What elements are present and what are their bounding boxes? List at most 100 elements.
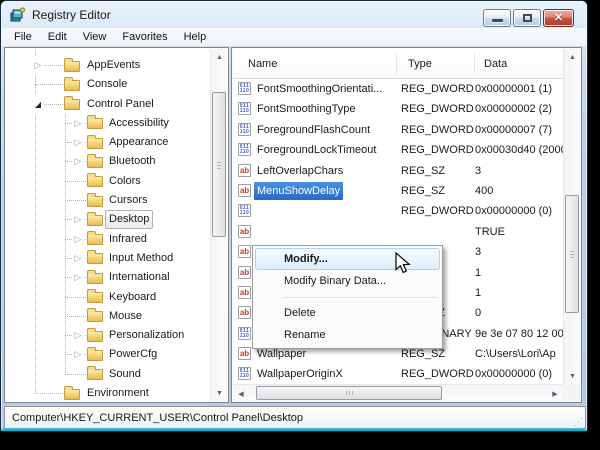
title-bar[interactable]: Registry Editor ✕ bbox=[1, 1, 587, 28]
column-header-data[interactable]: Data bbox=[475, 49, 563, 78]
folder-icon bbox=[87, 234, 103, 245]
context-menu-item-delete[interactable]: Delete bbox=[255, 302, 440, 324]
value-data: 3 bbox=[475, 242, 563, 262]
list-horizontal-scrollbar[interactable]: ◀ ▶ bbox=[233, 384, 563, 401]
resize-grip[interactable]: ⋰ bbox=[573, 418, 583, 428]
scroll-down-icon[interactable]: ▼ bbox=[564, 368, 581, 384]
folder-icon bbox=[87, 369, 103, 380]
tree-item-console[interactable]: Console bbox=[6, 75, 210, 94]
chevron-collapsed-icon[interactable]: ▷ bbox=[72, 345, 84, 364]
value-type: REG_DWORD bbox=[401, 120, 474, 140]
menu-item-view[interactable]: View bbox=[75, 29, 115, 45]
tree-item-bluetooth[interactable]: ▷ Bluetooth bbox=[6, 152, 210, 171]
tree-item-label: Cursors bbox=[109, 191, 148, 210]
tree-item-colors[interactable]: Colors bbox=[6, 172, 210, 191]
scroll-right-icon[interactable]: ▶ bbox=[547, 385, 563, 402]
value-type: REG_DWORD bbox=[401, 140, 474, 160]
value-name: FontSmoothingOrientati... bbox=[254, 79, 385, 99]
scrollbar-thumb[interactable] bbox=[212, 92, 226, 237]
tree-item-input-method[interactable]: ▷Input Method bbox=[6, 249, 210, 268]
value-data: 0x00000001 (1) bbox=[475, 79, 563, 99]
chevron-collapsed-icon[interactable]: ▷ bbox=[72, 326, 84, 345]
tree-item-personalization[interactable]: ▷Personalization bbox=[6, 326, 210, 345]
menu-item-help[interactable]: Help bbox=[176, 29, 215, 45]
tree-connector bbox=[35, 393, 63, 394]
scroll-up-icon[interactable]: ▲ bbox=[211, 49, 228, 65]
main-area: ▷AppEventsConsole◢Control Panel▷Accessib… bbox=[4, 47, 586, 405]
folder-icon bbox=[87, 311, 103, 322]
tree-item-infrared[interactable]: ▷Infrared bbox=[6, 230, 210, 249]
scroll-left-icon[interactable]: ◀ bbox=[233, 385, 249, 402]
chevron-collapsed-icon[interactable]: ▷ bbox=[72, 230, 84, 249]
value-data: 0x00000002 (2) bbox=[475, 99, 563, 119]
value-data: 0 bbox=[475, 303, 563, 323]
value-data: 1 bbox=[475, 283, 563, 303]
tree-item-label: Accessibility bbox=[109, 114, 169, 133]
tree-item-sound[interactable]: Sound bbox=[6, 365, 210, 384]
chevron-collapsed-icon[interactable]: ▷ bbox=[72, 133, 84, 152]
chevron-collapsed-icon[interactable]: ▷ bbox=[72, 210, 84, 229]
tree-item-control-panel[interactable]: ◢Control Panel bbox=[6, 95, 210, 114]
value-type: REG_DWORD bbox=[401, 364, 474, 384]
list-vertical-scrollbar[interactable]: ▲ ▼ bbox=[563, 49, 580, 384]
tree-item-label: Console bbox=[87, 75, 127, 94]
folder-icon bbox=[64, 389, 80, 400]
value-row-foregroundlocktimeout[interactable]: 011110ForegroundLockTimeout REG_DWORD0x00… bbox=[233, 140, 563, 160]
value-row-foregroundflashcount[interactable]: 011110ForegroundFlashCountREG_DWORD0x000… bbox=[233, 120, 563, 140]
value-row-wallpaperoriginx[interactable]: 011110WallpaperOriginXREG_DWORD0x0000000… bbox=[233, 364, 563, 384]
reg-dword-icon: 011110 bbox=[238, 367, 251, 380]
folder-icon bbox=[64, 99, 80, 110]
value-data: 0x00030d40 (2000 bbox=[475, 140, 563, 160]
tree-item-cursors[interactable]: Cursors bbox=[6, 191, 210, 210]
chevron-expanded-icon[interactable]: ◢ bbox=[32, 95, 44, 114]
registry-editor-window: Registry Editor ✕ FileEditViewFavoritesH… bbox=[0, 0, 588, 432]
maximize-button[interactable] bbox=[513, 9, 541, 27]
value-row[interactable]: 011110REG_DWORD0x00000000 (0) bbox=[233, 201, 563, 221]
reg-dword-icon: 011110 bbox=[238, 143, 251, 156]
close-button[interactable]: ✕ bbox=[543, 9, 574, 27]
tree-item-keyboard[interactable]: Keyboard bbox=[6, 288, 210, 307]
value-type: REG_DWORD bbox=[401, 201, 474, 221]
chevron-collapsed-icon[interactable]: ▷ bbox=[72, 249, 84, 268]
tree-item-label: Bluetooth bbox=[109, 152, 155, 171]
value-row-fontsmoothingorientati[interactable]: 011110FontSmoothingOrientati...REG_DWORD… bbox=[233, 79, 563, 99]
value-row-fontsmoothingtype[interactable]: 011110FontSmoothingTypeREG_DWORD0x000000… bbox=[233, 99, 563, 119]
tree-item-accessibility[interactable]: ▷ Accessibility bbox=[6, 114, 210, 133]
minimize-icon bbox=[492, 19, 503, 22]
value-type: REG_DWORD bbox=[401, 79, 474, 99]
tree-item-environment[interactable]: Environment bbox=[6, 384, 210, 401]
chevron-collapsed-icon[interactable]: ▷ bbox=[72, 268, 84, 287]
tree-item-international[interactable]: ▷International bbox=[6, 268, 210, 287]
value-row-leftoverlapchars[interactable]: abLeftOverlapCharsREG_SZ3 bbox=[233, 161, 563, 181]
tree-item-powercfg[interactable]: ▷PowerCfg bbox=[6, 345, 210, 364]
menu-item-edit[interactable]: Edit bbox=[40, 29, 75, 45]
tree-item-desktop[interactable]: ▷Desktop bbox=[6, 210, 210, 229]
value-row-menushowdelay[interactable]: abMenuShowDelayREG_SZ400 bbox=[233, 181, 563, 201]
menu-item-favorites[interactable]: Favorites bbox=[114, 29, 175, 45]
folder-icon bbox=[87, 176, 103, 187]
chevron-collapsed-icon[interactable]: ▷ bbox=[32, 56, 44, 75]
value-type: REG_DWORD bbox=[401, 99, 474, 119]
minimize-button[interactable] bbox=[483, 9, 511, 27]
chevron-collapsed-icon[interactable]: ▷ bbox=[72, 152, 84, 171]
registry-editor-icon[interactable] bbox=[10, 7, 26, 23]
scrollbar-thumb[interactable] bbox=[256, 386, 442, 400]
folder-icon bbox=[64, 61, 80, 72]
scroll-up-icon[interactable]: ▲ bbox=[564, 49, 581, 65]
context-menu-item-rename[interactable]: Rename bbox=[255, 324, 440, 346]
column-header-name[interactable]: Name bbox=[233, 49, 396, 78]
scroll-down-icon[interactable]: ▼ bbox=[211, 385, 228, 401]
tree-vertical-scrollbar[interactable]: ▲ ▼ bbox=[210, 49, 227, 401]
value-row[interactable]: abTRUE bbox=[233, 222, 563, 242]
value-data: 0x00000000 (0) bbox=[475, 364, 563, 384]
tree-item-appearance[interactable]: ▷Appearance bbox=[6, 133, 210, 152]
scrollbar-thumb[interactable] bbox=[565, 195, 579, 313]
folder-icon bbox=[87, 118, 103, 129]
column-header-type[interactable]: Type bbox=[397, 49, 474, 78]
menu-item-file[interactable]: File bbox=[6, 29, 40, 45]
value-name: ForegroundLockTimeout bbox=[254, 140, 379, 160]
tree-item-mouse[interactable]: Mouse bbox=[6, 307, 210, 326]
chevron-collapsed-icon[interactable]: ▷ bbox=[72, 114, 84, 133]
tree-item-appevents[interactable]: ▷AppEvents bbox=[6, 56, 210, 75]
value-data: C:\Users\Lori\Ap bbox=[475, 344, 563, 364]
